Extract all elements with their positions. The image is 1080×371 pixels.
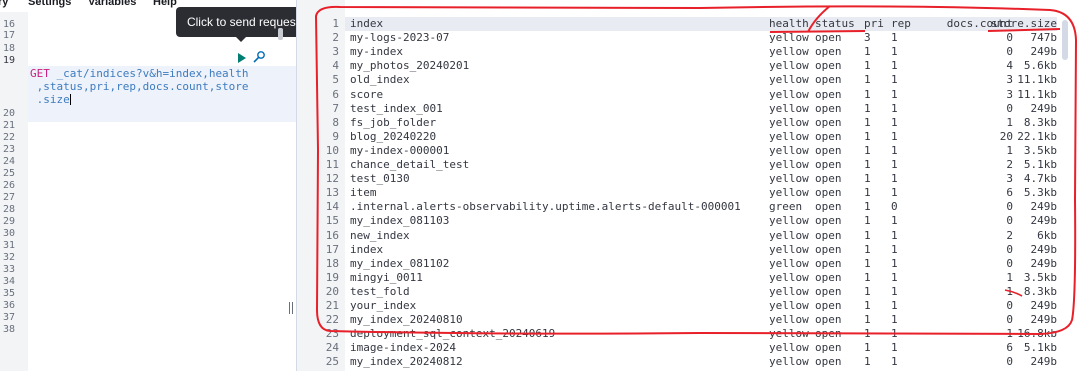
annotation-mark-health <box>769 30 866 33</box>
annotation-box <box>314 5 1078 336</box>
annotation-mark-tail <box>1004 289 1023 297</box>
annotation-overlay <box>314 5 1078 336</box>
annotation-mark-status <box>807 5 831 33</box>
annotation-mark-store-size <box>987 28 1061 32</box>
